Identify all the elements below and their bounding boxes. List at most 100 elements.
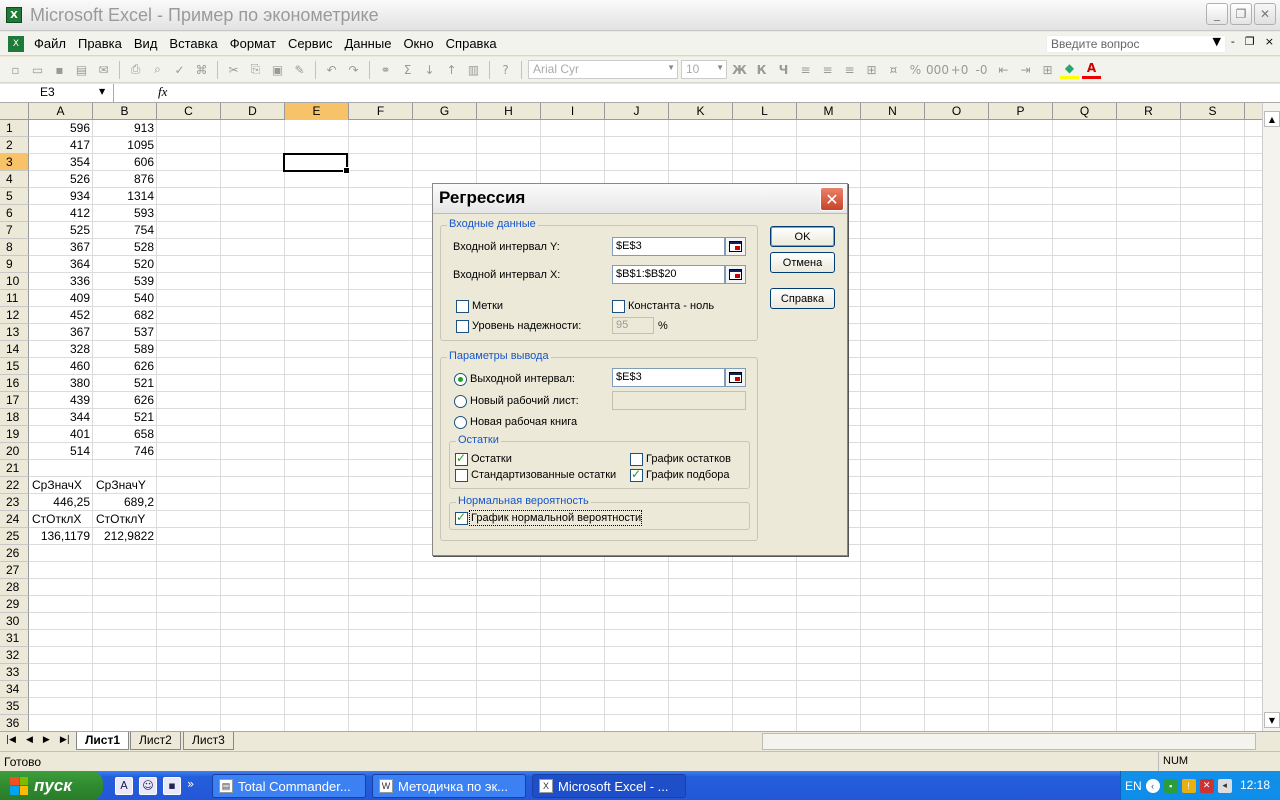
open-icon[interactable]: ▭ [28, 60, 47, 79]
language-indicator[interactable]: EN [1125, 779, 1142, 793]
row-header-10[interactable]: 10 [0, 273, 29, 290]
font-color-icon[interactable]: A [1082, 60, 1101, 79]
row-header-35[interactable]: 35 [0, 698, 29, 715]
merge-center-icon[interactable]: ⊞ [862, 60, 881, 79]
cell-a2[interactable]: 417 [29, 137, 93, 154]
cell-b24[interactable]: СтОтклY [93, 511, 157, 528]
cell-b1[interactable]: 913 [93, 120, 157, 137]
cell-b11[interactable]: 540 [93, 290, 157, 307]
menu-item-5[interactable]: Сервис [282, 36, 339, 51]
row-header-36[interactable]: 36 [0, 715, 29, 731]
name-box[interactable]: E3 [2, 84, 114, 102]
row-header-9[interactable]: 9 [0, 256, 29, 273]
cell-a8[interactable]: 367 [29, 239, 93, 256]
tray-arrow-icon[interactable]: ‹ [1145, 778, 1160, 793]
print-icon[interactable]: ⎙ [126, 60, 145, 79]
cell-b9[interactable]: 520 [93, 256, 157, 273]
currency-icon[interactable]: ¤ [884, 60, 903, 79]
column-header-e[interactable]: E [285, 103, 349, 120]
cell-a10[interactable]: 336 [29, 273, 93, 290]
increase-decimal-icon[interactable]: +0 [950, 60, 969, 79]
quick-launch-a-icon[interactable]: A [115, 776, 133, 795]
input-y-field[interactable]: $E$3 [612, 237, 725, 256]
cell-b6[interactable]: 593 [93, 205, 157, 222]
row-header-11[interactable]: 11 [0, 290, 29, 307]
row-header-6[interactable]: 6 [0, 205, 29, 222]
sheet-tab-3[interactable]: Лист3 [183, 732, 234, 750]
dialog-title-bar[interactable]: Регрессия ✕ [433, 184, 847, 214]
active-cell-e3[interactable] [283, 153, 350, 174]
menu-item-4[interactable]: Формат [224, 36, 282, 51]
row-header-27[interactable]: 27 [0, 562, 29, 579]
quick-launch-more-icon[interactable]: » [187, 777, 194, 795]
row-header-23[interactable]: 23 [0, 494, 29, 511]
cell-b3[interactable]: 606 [93, 154, 157, 171]
row-header-2[interactable]: 2 [0, 137, 29, 154]
decrease-indent-icon[interactable]: ⇤ [994, 60, 1013, 79]
cell-b12[interactable]: 682 [93, 307, 157, 324]
line-fit-checkbox[interactable] [630, 467, 643, 482]
dialog-close-button[interactable]: ✕ [820, 187, 844, 211]
row-header-31[interactable]: 31 [0, 630, 29, 647]
input-y-collapse-button[interactable] [725, 237, 746, 256]
hyperlink-icon[interactable]: ⚭ [376, 60, 395, 79]
input-x-field[interactable]: $B$1:$B$20 [612, 265, 725, 284]
row-header-4[interactable]: 4 [0, 171, 29, 188]
row-header-5[interactable]: 5 [0, 188, 29, 205]
last-sheet-icon[interactable]: ▶| [60, 735, 70, 745]
row-header-15[interactable]: 15 [0, 358, 29, 375]
cell-b8[interactable]: 528 [93, 239, 157, 256]
underline-button[interactable]: Ч [774, 60, 793, 79]
scroll-up-icon[interactable]: ▲ [1264, 111, 1280, 127]
restore-button[interactable]: ❐ [1230, 3, 1252, 25]
cell-a19[interactable]: 401 [29, 426, 93, 443]
cell-a13[interactable]: 367 [29, 324, 93, 341]
column-header-c[interactable]: C [157, 103, 221, 120]
workbook-icon[interactable]: X [8, 35, 24, 52]
percent-icon[interactable]: % [906, 60, 925, 79]
cell-a1[interactable]: 596 [29, 120, 93, 137]
row-header-19[interactable]: 19 [0, 426, 29, 443]
row-header-21[interactable]: 21 [0, 460, 29, 477]
autosum-icon[interactable]: Σ [398, 60, 417, 79]
residual-plots-checkbox[interactable] [630, 453, 643, 466]
name-box-dropdown-icon[interactable]: ▼ [99, 87, 105, 96]
cell-a15[interactable]: 460 [29, 358, 93, 375]
redo-icon[interactable]: ↷ [344, 60, 363, 79]
new-sheet-field[interactable] [612, 391, 746, 410]
column-header-p[interactable]: P [989, 103, 1053, 120]
row-header-8[interactable]: 8 [0, 239, 29, 256]
labels-checkbox[interactable] [456, 300, 469, 313]
cut-icon[interactable]: ✂ [224, 60, 243, 79]
menu-item-0[interactable]: Файл [28, 36, 72, 51]
row-header-25[interactable]: 25 [0, 528, 29, 545]
row-header-3[interactable]: 3 [0, 154, 29, 171]
cell-b17[interactable]: 626 [93, 392, 157, 409]
cell-a23[interactable]: 446,25 [29, 494, 93, 511]
cell-a9[interactable]: 364 [29, 256, 93, 273]
ok-button[interactable]: OK [770, 226, 835, 247]
font-name-select[interactable]: Arial Cyr [528, 60, 678, 79]
task-word-doc[interactable]: W Методичка по эк... [372, 774, 526, 798]
research-icon[interactable]: ⌘ [192, 60, 211, 79]
prev-sheet-icon[interactable]: ◀ [26, 735, 33, 745]
scroll-down-icon[interactable]: ▼ [1264, 712, 1280, 728]
column-header-a[interactable]: A [29, 103, 93, 120]
italic-button[interactable]: К [752, 60, 771, 79]
align-center-icon[interactable]: ≡ [818, 60, 837, 79]
column-header-b[interactable]: B [93, 103, 157, 120]
row-header-1[interactable]: 1 [0, 120, 29, 137]
cell-b2[interactable]: 1095 [93, 137, 157, 154]
undo-icon[interactable]: ↶ [322, 60, 341, 79]
cell-b7[interactable]: 754 [93, 222, 157, 239]
menu-item-8[interactable]: Справка [440, 36, 503, 51]
align-left-icon[interactable]: ≡ [796, 60, 815, 79]
format-painter-icon[interactable]: ✎ [290, 60, 309, 79]
insert-function-icon[interactable]: fx [158, 84, 167, 100]
sheet-tab-1[interactable]: Лист1 [76, 732, 130, 750]
cell-b22[interactable]: СрЗначY [93, 477, 157, 494]
output-range-radio[interactable] [454, 373, 467, 386]
row-header-18[interactable]: 18 [0, 409, 29, 426]
column-header-g[interactable]: G [413, 103, 477, 120]
menu-item-2[interactable]: Вид [128, 36, 164, 51]
